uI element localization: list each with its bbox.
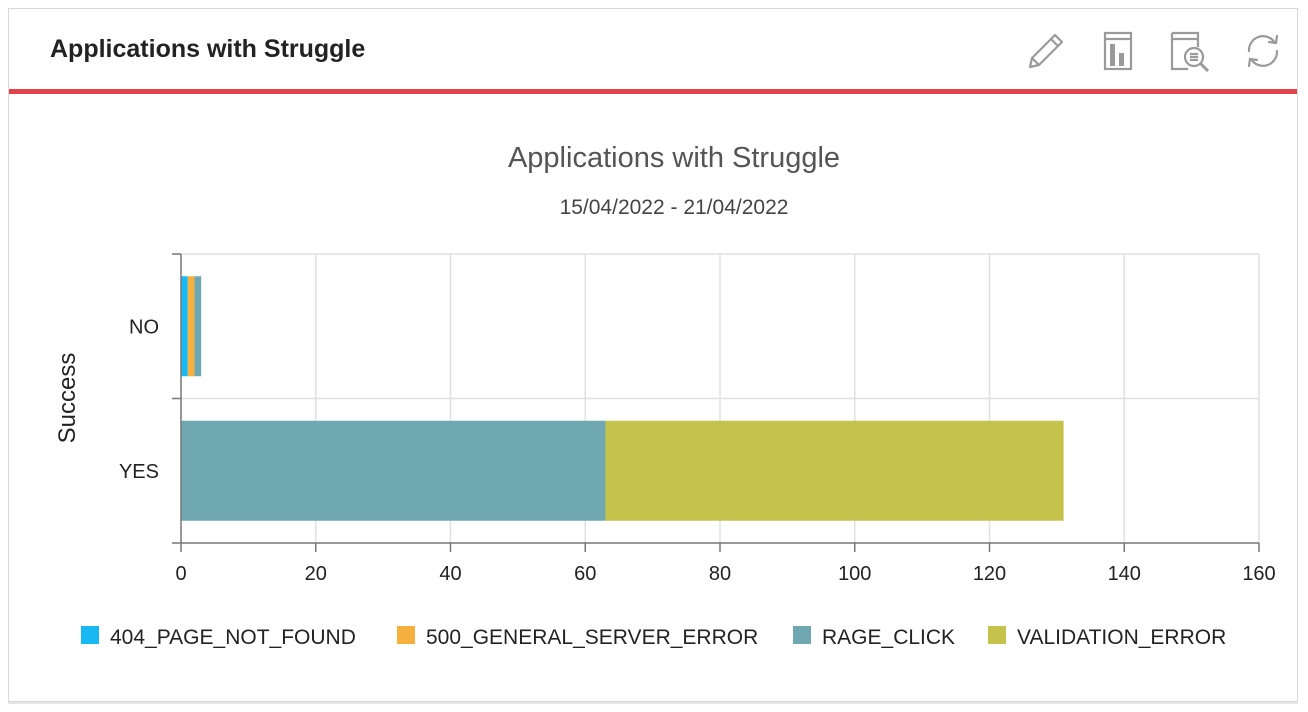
y-axis-label: Success bbox=[54, 353, 81, 444]
legend-label: VALIDATION_ERROR bbox=[1017, 626, 1226, 649]
legend-item[interactable]: VALIDATION_ERROR bbox=[988, 626, 1226, 649]
legend-swatch bbox=[81, 626, 99, 644]
stacked-bar-chart: Applications with Struggle 15/04/2022 - … bbox=[54, 142, 1276, 649]
bar-no-404-page-not-found[interactable] bbox=[181, 276, 188, 377]
x-tick-label: 120 bbox=[973, 563, 1006, 585]
legend-swatch bbox=[793, 626, 811, 644]
x-tick-label: 60 bbox=[574, 563, 596, 585]
chart-title: Applications with Struggle bbox=[508, 142, 840, 174]
legend-label: 404_PAGE_NOT_FOUND bbox=[110, 626, 356, 649]
legend-label: RAGE_CLICK bbox=[822, 626, 955, 649]
bar-yes-validation-error[interactable] bbox=[605, 420, 1064, 521]
x-tick-label: 160 bbox=[1242, 563, 1275, 585]
legend-label: 500_GENERAL_SERVER_ERROR bbox=[426, 626, 758, 649]
x-tick-label: 100 bbox=[838, 563, 871, 585]
x-tick-label: 140 bbox=[1108, 563, 1141, 585]
x-tick-label: 80 bbox=[709, 563, 731, 585]
legend-swatch bbox=[988, 626, 1006, 644]
y-tick-label: NO bbox=[129, 316, 159, 338]
x-tick-label: 40 bbox=[439, 563, 461, 585]
bar-yes-rage-click[interactable] bbox=[181, 420, 606, 521]
legend-item[interactable]: 500_GENERAL_SERVER_ERROR bbox=[397, 626, 758, 649]
y-tick-label: YES bbox=[119, 461, 159, 483]
chart-subtitle: 15/04/2022 - 21/04/2022 bbox=[560, 196, 789, 219]
legend-item[interactable]: RAGE_CLICK bbox=[793, 626, 955, 649]
axes: 0 20 40 60 80 100 120 140 160 NO YES bbox=[119, 253, 1276, 585]
x-tick-label: 20 bbox=[305, 563, 327, 585]
legend-swatch bbox=[397, 626, 415, 644]
bar-no-500-general-server-error[interactable] bbox=[187, 276, 195, 377]
legend-item[interactable]: 404_PAGE_NOT_FOUND bbox=[81, 626, 356, 649]
bar-no-rage-click[interactable] bbox=[194, 276, 202, 377]
x-tick-label: 0 bbox=[175, 563, 186, 585]
legend: 404_PAGE_NOT_FOUND 500_GENERAL_SERVER_ERR… bbox=[81, 626, 1226, 649]
